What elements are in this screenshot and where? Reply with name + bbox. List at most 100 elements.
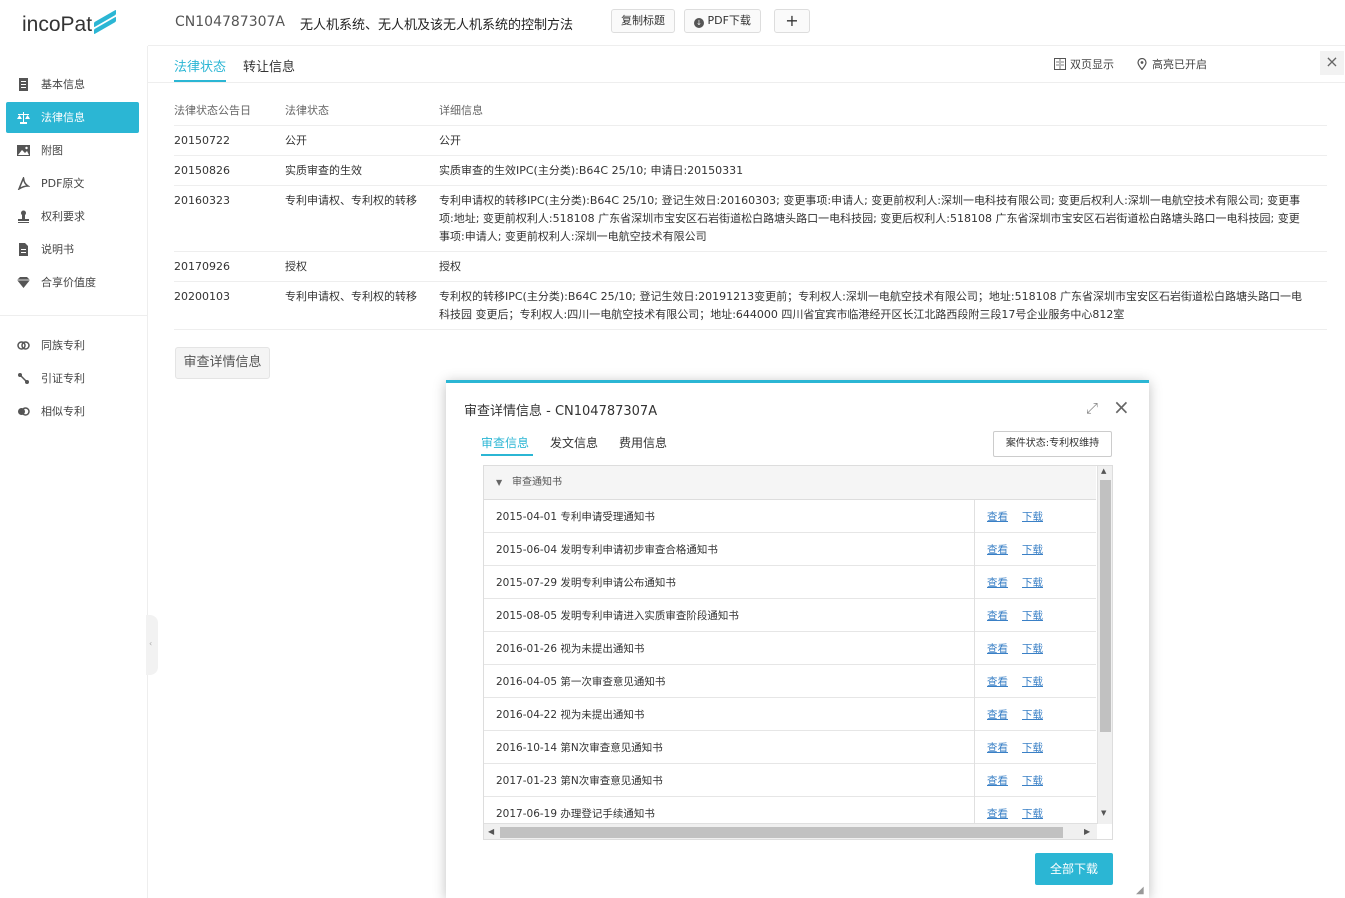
notice-group-header[interactable]: ▼ 审查通知书 [484, 466, 1096, 500]
header-detail: 详细信息 [439, 104, 483, 117]
row-date: 20150826 [174, 164, 230, 177]
copy-title-button[interactable]: 复制标题 [611, 9, 675, 33]
view-link[interactable]: 查看 [987, 806, 1008, 821]
horizontal-scrollbar[interactable]: ◀ ▶ [484, 823, 1097, 839]
sidebar-item-pdf[interactable]: PDF原文 [6, 168, 139, 199]
row-status: 公开 [285, 134, 307, 147]
plus-icon: + [785, 11, 799, 30]
notice-name: 2015-07-29 发明专利申请公布通知书 [496, 577, 676, 589]
scroll-up-icon[interactable]: ▲ [1101, 467, 1106, 475]
column-divider [974, 665, 975, 698]
notice-row: 2017-01-23 第N次审查意见通知书 查看 下载 [484, 764, 1096, 797]
copy-title-label: 复制标题 [621, 14, 665, 27]
scroll-left-icon[interactable]: ◀ [488, 827, 494, 836]
highlight-label: 高亮已开启 [1152, 58, 1207, 71]
double-page-toggle[interactable]: 双页显示 [1054, 56, 1114, 72]
view-link[interactable]: 查看 [987, 509, 1008, 524]
image-icon [17, 145, 30, 156]
row-date: 20170926 [174, 260, 230, 273]
sidebar-item-value[interactable]: 合享价值度 [6, 267, 139, 298]
view-link[interactable]: 查看 [987, 542, 1008, 557]
column-divider [974, 500, 975, 533]
tab-exam-info[interactable]: 审查信息 [481, 434, 529, 451]
download-link[interactable]: 下载 [1022, 674, 1043, 689]
sidebar-item-label: 说明书 [41, 243, 74, 256]
diamond-icon [17, 277, 30, 288]
active-tab-indicator [174, 80, 226, 82]
row-status: 实质审查的生效 [285, 164, 362, 177]
download-all-button[interactable]: 全部下载 [1035, 853, 1113, 885]
download-link[interactable]: 下载 [1022, 740, 1043, 755]
exam-details-button[interactable]: 审查详情信息 [175, 347, 270, 379]
tab-fee-info[interactable]: 费用信息 [619, 434, 667, 451]
tab-dispatch-info[interactable]: 发文信息 [550, 434, 598, 451]
download-link[interactable]: 下载 [1022, 608, 1043, 623]
view-link[interactable]: 查看 [987, 740, 1008, 755]
view-link[interactable]: 查看 [987, 575, 1008, 590]
download-link[interactable]: 下载 [1022, 509, 1043, 524]
horizontal-scroll-thumb[interactable] [500, 827, 1063, 838]
modal-close-icon[interactable]: × [1113, 395, 1130, 419]
modal-active-tab-indicator [481, 454, 533, 456]
row-detail: 专利申请权的转移IPC(主分类):B64C 25/10; 登记生效日:20160… [439, 194, 1301, 243]
expand-icon[interactable]: ⤢ [1086, 399, 1098, 417]
sidebar-item-label: 合享价值度 [41, 276, 96, 289]
download-link[interactable]: 下载 [1022, 773, 1043, 788]
row-status: 授权 [285, 260, 307, 273]
view-link[interactable]: 查看 [987, 608, 1008, 623]
sidebar-item-label: PDF原文 [41, 177, 85, 190]
vertical-scrollbar[interactable]: ▲ ▼ [1097, 466, 1112, 824]
notice-name: 2015-08-05 发明专利申请进入实质审查阶段通知书 [496, 610, 739, 622]
case-status-badge[interactable]: 案件状态:专利权维持 [993, 431, 1112, 457]
header-date: 法律状态公告日 [174, 104, 251, 117]
notice-row: 2015-07-29 发明专利申请公布通知书 查看 下载 [484, 566, 1096, 599]
sidebar-item-legal-info[interactable]: 法律信息 [6, 102, 139, 133]
notice-name: 2016-04-05 第一次审查意见通知书 [496, 676, 666, 688]
family-icon [17, 341, 30, 350]
sidebar-item-citations[interactable]: 引证专利 [6, 363, 139, 394]
download-link[interactable]: 下载 [1022, 575, 1043, 590]
download-circle-icon: ↓ [694, 18, 704, 28]
sidebar-item-similar[interactable]: 相似专利 [6, 396, 139, 427]
caret-down-icon: ▼ [496, 478, 503, 487]
column-divider [974, 698, 975, 731]
page-icon [19, 243, 28, 256]
sidebar-item-figures[interactable]: 附图 [6, 135, 139, 166]
scroll-right-icon[interactable]: ▶ [1084, 827, 1090, 836]
highlight-toggle[interactable]: 高亮已开启 [1136, 56, 1207, 72]
vertical-scroll-thumb[interactable] [1100, 480, 1111, 732]
download-link[interactable]: 下载 [1022, 542, 1043, 557]
group-label: 审查通知书 [512, 477, 562, 488]
sidebar-item-description[interactable]: 说明书 [6, 234, 139, 265]
sidebar-item-basic-info[interactable]: 基本信息 [6, 69, 139, 100]
view-link[interactable]: 查看 [987, 674, 1008, 689]
view-link[interactable]: 查看 [987, 707, 1008, 722]
scroll-down-icon[interactable]: ▼ [1101, 809, 1106, 817]
logo-text: incoPat [22, 13, 93, 36]
close-panel-button[interactable]: × [1320, 51, 1344, 75]
view-link[interactable]: 查看 [987, 773, 1008, 788]
notice-name: 2016-10-14 第N次审查意见通知书 [496, 742, 663, 754]
add-button[interactable]: + [774, 9, 810, 33]
row-detail: 授权 [439, 260, 461, 273]
resize-handle-icon[interactable]: ◢ [1136, 885, 1144, 896]
download-link[interactable]: 下载 [1022, 806, 1043, 821]
content-tabs: 法律状态 转让信息 双页显示 高亮已开启 × [148, 46, 1345, 83]
notice-grid: ▼ 审查通知书 2015-04-01 专利申请受理通知书 查看 下载 2015-06-… [483, 465, 1113, 840]
download-link[interactable]: 下载 [1022, 641, 1043, 656]
sidebar: 基本信息 法律信息 附图 PDF原文 权利要求 说明书 合享价值度 同族专利 引… [0, 46, 148, 898]
pdf-download-button[interactable]: ↓ PDF下载 [684, 9, 761, 33]
tab-transfer-info[interactable]: 转让信息 [243, 56, 295, 75]
app-logo[interactable]: incoPat [22, 9, 118, 37]
notice-name: 2015-06-04 发明专利申请初步审查合格通知书 [496, 544, 718, 556]
column-divider [974, 764, 975, 797]
notice-name: 2015-04-01 专利申请受理通知书 [496, 511, 655, 523]
tab-legal-status[interactable]: 法律状态 [174, 56, 226, 75]
view-link[interactable]: 查看 [987, 641, 1008, 656]
download-link[interactable]: 下载 [1022, 707, 1043, 722]
download-all-label: 全部下载 [1049, 862, 1098, 876]
sidebar-collapse-handle[interactable]: ‹ [146, 615, 158, 675]
column-divider [974, 533, 975, 566]
sidebar-item-family[interactable]: 同族专利 [6, 330, 139, 361]
sidebar-item-claims[interactable]: 权利要求 [6, 201, 139, 232]
